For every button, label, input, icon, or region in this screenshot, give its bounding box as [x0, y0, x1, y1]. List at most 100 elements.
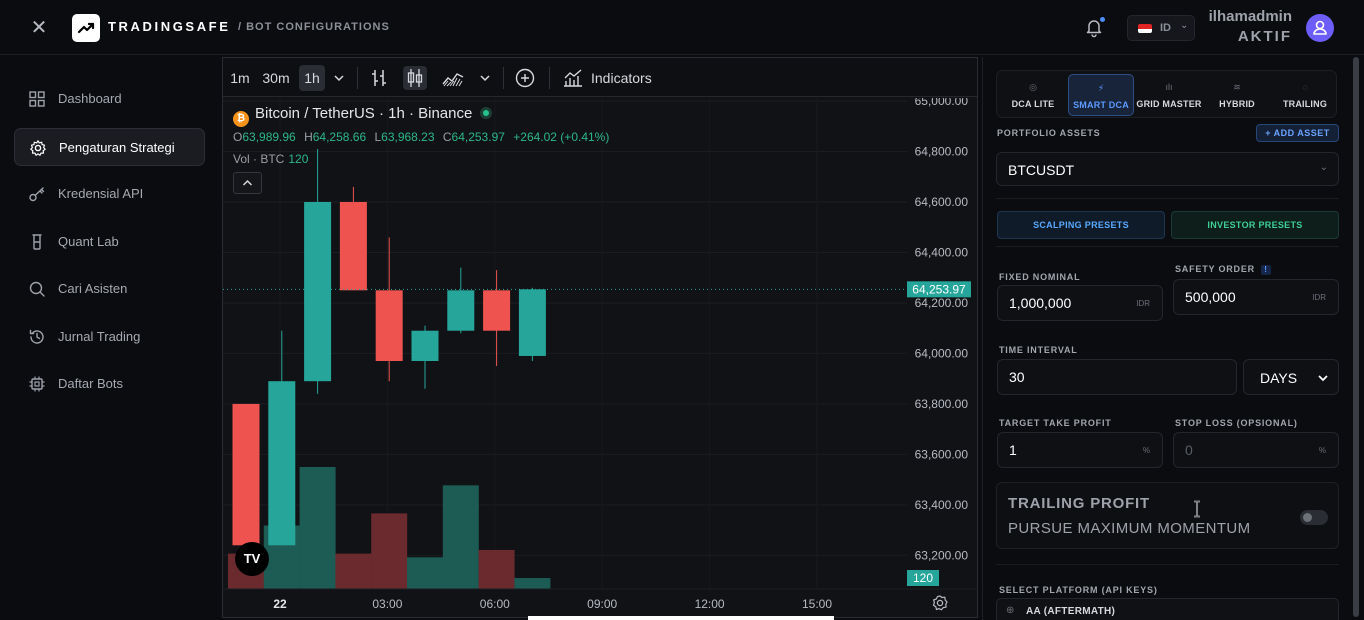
user-icon	[1313, 20, 1327, 35]
volume-bar	[442, 485, 479, 589]
gear-icon	[30, 140, 46, 156]
tab-label: DCA LITE	[1011, 99, 1055, 109]
timeframe-1h[interactable]: 1h	[299, 65, 325, 91]
stop-loss-label: STOP LOSS (OPSIONAL)	[1175, 418, 1298, 428]
brand-name: TRADINGSAFE	[108, 19, 231, 34]
time-interval-input[interactable]: 30	[997, 359, 1237, 395]
bar-chart-style-icon[interactable]	[367, 66, 391, 90]
chevron-down-icon[interactable]	[473, 66, 497, 90]
sidebar-item-label: Cari Asisten	[58, 281, 128, 296]
timeframe-30m[interactable]: 30m	[259, 65, 293, 91]
price-axis-label: 64,200.00	[915, 296, 969, 310]
safety-order-input[interactable]: 500,000 IDR	[1173, 279, 1339, 315]
shield-icon: ◌	[1302, 82, 1308, 92]
info-icon[interactable]: !	[1260, 265, 1271, 275]
tab-dca-lite[interactable]: ◎ DCA LITE	[1000, 74, 1066, 116]
indicators-button[interactable]: Indicators	[591, 70, 652, 86]
ohlc-close: 64,253.97	[451, 130, 505, 144]
user-status: AKTIF	[1237, 28, 1292, 45]
take-profit-input[interactable]: 1 %	[997, 432, 1163, 468]
tab-hybrid[interactable]: ≋ HYBRID	[1204, 74, 1270, 116]
symbol-title-text: Bitcoin / TetherUS · 1h · Binance	[255, 105, 473, 122]
sidebar-item-label: Daftar Bots	[58, 376, 124, 391]
platform-option[interactable]: ⊕ AA (AFTERMATH)	[996, 598, 1339, 620]
safety-order-label-text: SAFETY ORDER	[1175, 264, 1255, 274]
stop-loss-input[interactable]: 0 %	[1173, 432, 1339, 468]
sidebar-item-jurnal-trading[interactable]: Jurnal Trading	[14, 318, 205, 356]
scroll-thumb[interactable]	[1353, 57, 1359, 617]
user-name: ilhamadmin	[1208, 8, 1292, 25]
notification-dot	[1100, 17, 1105, 22]
language-code: ID	[1160, 22, 1171, 34]
safety-order-value: 500,000	[1185, 289, 1236, 305]
volume-axis-label: 120	[913, 571, 933, 585]
avatar[interactable]	[1306, 14, 1334, 42]
trending-up-icon	[77, 22, 95, 34]
chevron-down-icon	[1318, 375, 1328, 382]
sidebar-item-pengaturan-strategi[interactable]: Pengaturan Strategi	[14, 128, 205, 166]
text-cursor-icon	[1194, 500, 1200, 518]
candle-body	[268, 381, 296, 546]
collapse-legend-button[interactable]	[233, 172, 262, 194]
fixed-nominal-label: FIXED NOMINAL	[999, 272, 1081, 282]
flask-icon	[32, 234, 42, 250]
candle-body	[232, 403, 260, 546]
sidebar-item-label: Pengaturan Strategi	[59, 140, 175, 155]
platform-option-label: AA (AFTERMATH)	[1026, 606, 1116, 617]
indicators-icon[interactable]	[561, 66, 585, 90]
take-profit-value: 1	[1009, 442, 1017, 458]
asset-select[interactable]: BTCUSDT ⌄	[996, 152, 1339, 186]
close-icon[interactable]: ✕	[28, 17, 50, 39]
investor-presets-button[interactable]: INVESTOR PRESETS	[1171, 211, 1339, 239]
candle-body	[375, 290, 403, 362]
candle-body	[447, 290, 475, 331]
search-icon	[29, 281, 45, 297]
fixed-nominal-input[interactable]: 1,000,000 IDR	[997, 285, 1163, 321]
trailing-profit-subtitle: PURSUE MAXIMUM MOMENTUM	[1008, 520, 1251, 537]
sidebar-item-label: Kredensial API	[58, 186, 144, 201]
sidebar-item-kredensial-api[interactable]: Kredensial API	[14, 175, 205, 213]
time-axis-label: 12:00	[695, 597, 725, 611]
scalping-presets-button[interactable]: SCALPING PRESETS	[997, 211, 1165, 239]
tab-trailing[interactable]: ◌ TRAILING	[1272, 74, 1338, 116]
timeframe-1m[interactable]: 1m	[227, 65, 253, 91]
live-status-icon	[480, 107, 493, 119]
fixed-nominal-value: 1,000,000	[1009, 295, 1072, 311]
sidebar-item-cari-asisten[interactable]: Cari Asisten	[14, 270, 205, 308]
tab-smart-dca[interactable]: ⚡ SMART DCA	[1068, 74, 1134, 116]
volume-label: Vol · BTC	[233, 152, 285, 166]
sidebar-item-daftar-bots[interactable]: Daftar Bots	[14, 365, 205, 403]
bitcoin-icon: ₿	[233, 111, 249, 127]
language-selector[interactable]: ID ⌄	[1127, 15, 1195, 41]
ohlc-high: 64,258.66	[312, 130, 367, 144]
volume-bar	[335, 553, 372, 589]
chart-toolbar: 1m 30m 1h Indicators	[223, 58, 977, 97]
volume-bar	[407, 557, 443, 589]
chart-settings-icon[interactable]	[931, 594, 949, 612]
candle-body	[304, 201, 332, 382]
volume-readout: Vol · BTC 120	[233, 152, 308, 166]
sidebar-item-quant-lab[interactable]: Quant Lab	[14, 223, 205, 261]
stop-loss-unit: %	[1318, 446, 1326, 455]
time-unit-value: DAYS	[1260, 370, 1298, 386]
chevron-down-icon: ⌄	[1319, 162, 1328, 173]
sidebar-item-label: Dashboard	[58, 91, 122, 106]
tab-grid-master[interactable]: ılı GRID MASTER	[1136, 74, 1202, 116]
area-chart-icon[interactable]	[441, 66, 465, 90]
trailing-profit-toggle[interactable]	[1300, 510, 1328, 525]
config-scrollbar[interactable]	[1353, 57, 1359, 620]
bolt-icon: ⚡	[1097, 83, 1105, 93]
tab-label: SMART DCA	[1073, 100, 1129, 110]
fixed-nominal-unit: IDR	[1136, 299, 1150, 308]
add-compare-icon[interactable]	[513, 66, 537, 90]
ohlc-readout: O63,989.96 H64,258.66 L63,968.23 C64,253…	[233, 130, 610, 144]
price-chart[interactable]: 65,000.00 64,800.00 64,600.00 64,400.00 64,2…	[223, 98, 977, 618]
tradingview-logo[interactable]: TV	[235, 542, 269, 576]
candlestick-icon[interactable]	[403, 66, 427, 90]
brand-logo	[72, 14, 100, 42]
time-unit-select[interactable]: DAYS	[1243, 359, 1339, 395]
add-asset-button[interactable]: + ADD ASSET	[1256, 124, 1339, 142]
sidebar-item-dashboard[interactable]: Dashboard	[14, 80, 205, 118]
chevron-down-icon[interactable]	[327, 66, 351, 90]
key-icon	[29, 187, 45, 202]
